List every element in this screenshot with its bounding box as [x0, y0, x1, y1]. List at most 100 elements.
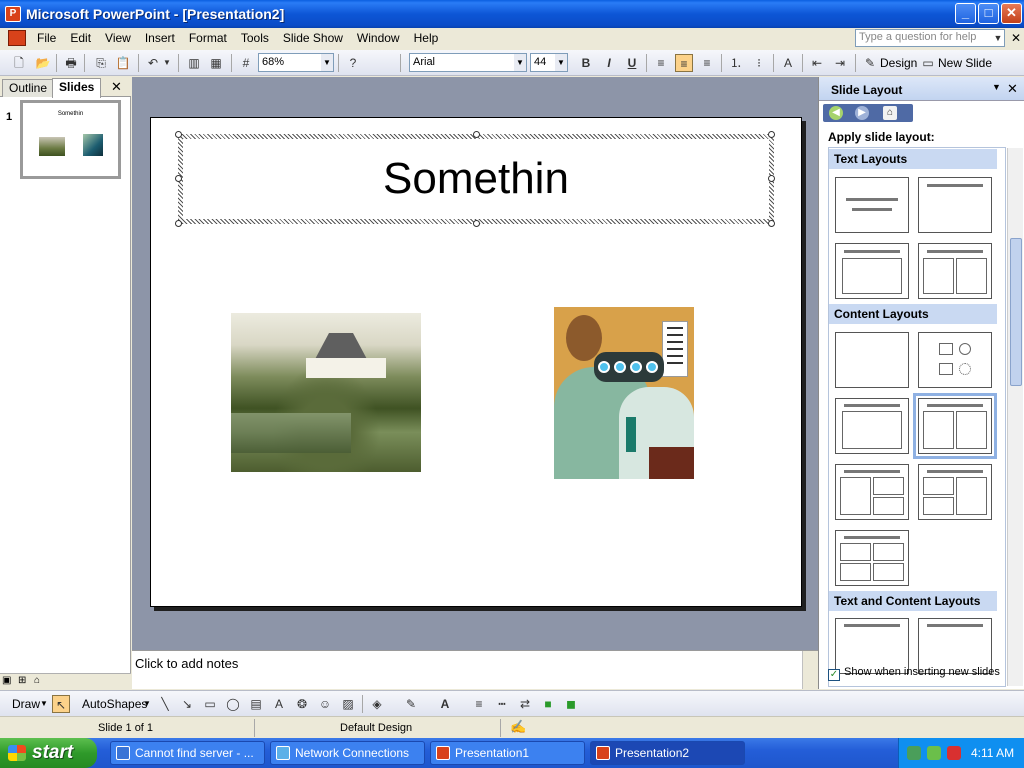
open-icon[interactable]: 📂 [34, 54, 52, 72]
slide-thumbnail[interactable]: Somethin [20, 100, 121, 179]
italic-button[interactable]: I [600, 54, 618, 72]
menu-edit[interactable]: Edit [63, 31, 98, 45]
chevron-down-icon[interactable]: ▼ [514, 54, 526, 71]
zoom-select[interactable]: 68% ▼ [258, 53, 334, 72]
line-color-icon[interactable]: ✎ [402, 695, 420, 713]
numbering-icon[interactable]: ⒈ [727, 54, 745, 72]
chevron-down-icon[interactable]: ▼ [555, 54, 567, 71]
resize-handle[interactable] [473, 220, 480, 227]
normal-view-icon[interactable]: ▣ [2, 675, 11, 686]
shadow-style-icon[interactable]: ■ [539, 695, 557, 713]
font-select[interactable]: Arial ▼ [409, 53, 527, 72]
textbox-icon[interactable]: ▤ [247, 695, 265, 713]
slide-sorter-icon[interactable]: ⊞ [18, 675, 26, 686]
layout-title-only[interactable] [918, 177, 992, 233]
decrease-indent-icon[interactable]: ⇤ [808, 54, 826, 72]
resize-handle[interactable] [768, 220, 775, 227]
design-icon[interactable]: ✎ [861, 54, 879, 72]
notes-scrollbar[interactable] [802, 651, 818, 689]
chevron-down-icon[interactable]: ▼ [321, 54, 333, 71]
help-icon[interactable]: ? [344, 54, 362, 72]
design-button[interactable]: Design [880, 56, 917, 70]
resize-handle[interactable] [175, 220, 182, 227]
print-icon[interactable]: 🖶 [62, 54, 80, 72]
close-icon[interactable]: ✕ [1007, 81, 1018, 97]
layout-content[interactable] [918, 332, 992, 388]
oval-icon[interactable]: ◯ [224, 695, 242, 713]
layout-title-and-two-content[interactable] [913, 393, 997, 459]
new-slide-button[interactable]: New Slide [938, 56, 992, 70]
document-close-icon[interactable]: ✕ [1011, 31, 1021, 45]
resize-handle[interactable] [768, 131, 775, 138]
font-size-select[interactable]: 44 ▼ [530, 53, 568, 72]
close-icon[interactable]: ✕ [111, 79, 122, 95]
menu-window[interactable]: Window [350, 31, 407, 45]
taskbar-item-presentation1[interactable]: Presentation1 [430, 741, 585, 765]
bullets-icon[interactable]: ⁝ [750, 54, 768, 72]
chevron-down-icon[interactable]: ▼ [992, 30, 1004, 46]
font-color-icon[interactable]: A [436, 695, 454, 713]
undo-icon[interactable]: ↶ [144, 54, 162, 72]
select-objects-icon[interactable]: ↖ [52, 695, 70, 713]
line-style-icon[interactable]: ≡ [470, 695, 488, 713]
resize-handle[interactable] [768, 175, 775, 182]
layout-title-slide[interactable] [835, 177, 909, 233]
restore-button[interactable]: □ [978, 3, 999, 24]
undo-dropdown-icon[interactable]: ▼ [162, 54, 172, 72]
arrow-icon[interactable]: ↘ [178, 695, 196, 713]
slide-title[interactable]: Somethin [183, 139, 769, 219]
increase-font-icon[interactable]: A [779, 54, 797, 72]
menu-insert[interactable]: Insert [138, 31, 182, 45]
checkbox-label[interactable]: Show when inserting new slides [844, 666, 1000, 678]
draw-menu-button[interactable]: Draw [12, 697, 40, 711]
menu-format[interactable]: Format [182, 31, 234, 45]
layout-title-and-text[interactable] [835, 243, 909, 299]
tab-slides[interactable]: Slides [52, 78, 102, 98]
arrow-style-icon[interactable]: ⇄ [516, 695, 534, 713]
chevron-down-icon[interactable]: ▼ [40, 699, 48, 708]
dash-style-icon[interactable]: ┅ [493, 695, 511, 713]
close-button[interactable]: ✕ [1001, 3, 1022, 24]
align-left-icon[interactable]: ≡ [652, 54, 670, 72]
copy-icon[interactable]: ⎘ [92, 54, 110, 72]
menu-help[interactable]: Help [407, 31, 446, 45]
underline-button[interactable]: U [623, 54, 641, 72]
layout-title-four-content[interactable] [835, 530, 909, 586]
forward-arrow-icon[interactable]: ▶ [855, 106, 869, 120]
3d-style-icon[interactable]: ◼ [562, 695, 580, 713]
increase-indent-icon[interactable]: ⇥ [831, 54, 849, 72]
clipart-icon[interactable]: ☺ [316, 695, 334, 713]
align-right-icon[interactable]: ≡ [698, 54, 716, 72]
start-button[interactable]: start [0, 738, 97, 768]
insert-chart-icon[interactable]: ▥ [185, 54, 203, 72]
new-slide-icon[interactable]: ▭ [919, 54, 937, 72]
task-pane-scrollbar[interactable] [1007, 148, 1023, 686]
layout-title-content-two-content[interactable] [835, 464, 909, 520]
network-tray-icon[interactable] [907, 746, 921, 760]
rectangle-icon[interactable]: ▭ [201, 695, 219, 713]
taskbar-item-presentation2[interactable]: Presentation2 [590, 741, 745, 765]
taskbar-item-network[interactable]: Network Connections [270, 741, 425, 765]
resize-handle[interactable] [473, 131, 480, 138]
menu-tools[interactable]: Tools [234, 31, 276, 45]
slide[interactable]: Somethin [150, 117, 802, 607]
chevron-down-icon[interactable]: ▼ [992, 82, 1001, 92]
autoshapes-button[interactable]: AutoShapes [82, 697, 147, 711]
checkbox-checked-icon[interactable]: ✓ [828, 669, 840, 681]
help-search-input[interactable]: Type a question for help ▼ [855, 29, 1005, 47]
powerpoint-app-icon[interactable]: P [5, 6, 21, 22]
notes-placeholder[interactable]: Click to add notes [135, 656, 238, 671]
chevron-down-icon[interactable]: ▼ [143, 699, 151, 708]
diagram-icon[interactable]: ❂ [293, 695, 311, 713]
back-arrow-icon[interactable]: ◀ [829, 106, 843, 120]
picture-eye-doctor[interactable] [554, 307, 694, 479]
resize-handle[interactable] [175, 175, 182, 182]
security-tray-icon[interactable] [927, 746, 941, 760]
align-center-icon[interactable]: ≡ [675, 54, 693, 72]
menu-view[interactable]: View [98, 31, 138, 45]
layout-title-and-content[interactable] [835, 398, 909, 454]
document-icon[interactable] [8, 30, 26, 46]
line-icon[interactable]: ╲ [156, 695, 174, 713]
slide-show-icon[interactable]: ⌂ [34, 675, 40, 686]
menu-file[interactable]: File [30, 31, 63, 45]
